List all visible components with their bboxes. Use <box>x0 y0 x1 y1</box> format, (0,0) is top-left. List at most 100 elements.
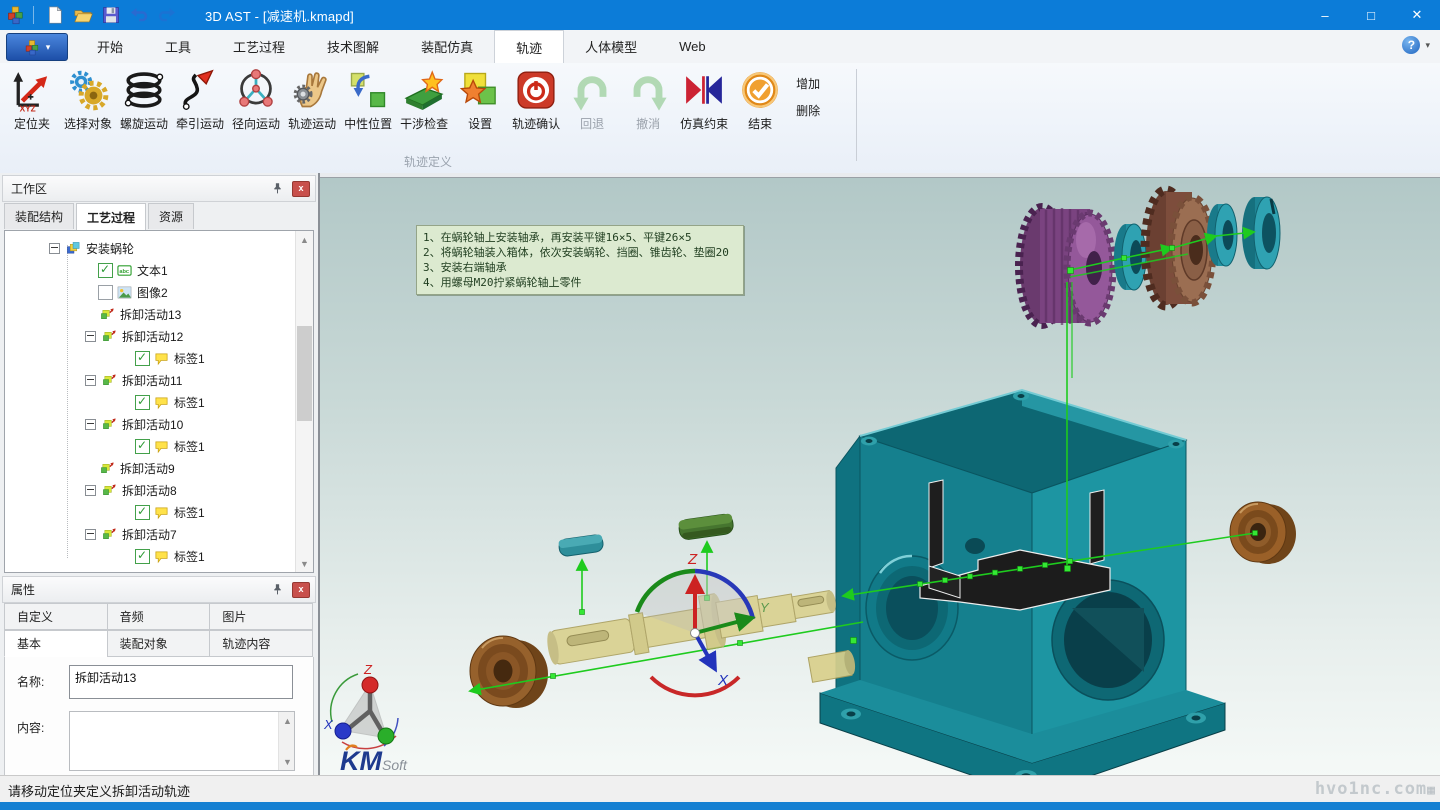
positioner-clamp-button[interactable]: 定位夹 <box>4 65 60 135</box>
drag-motion-button[interactable]: 牵引运动 <box>172 65 228 135</box>
save-icon[interactable] <box>99 3 123 27</box>
viewport-3d[interactable]: Z Y X Z X <box>320 177 1440 776</box>
right-bearing-part[interactable] <box>1230 502 1296 564</box>
minimize-button[interactable]: – <box>1302 0 1348 30</box>
tab-technical-illustration[interactable]: 技术图解 <box>306 30 400 63</box>
select-object-button[interactable]: 选择对象 <box>60 65 116 135</box>
tree-item[interactable]: 标签1 <box>5 391 296 413</box>
name-field[interactable]: 拆卸活动13 <box>69 665 293 699</box>
tree-item[interactable]: 标签1 <box>5 347 296 369</box>
tab-trajectory[interactable]: 轨迹 <box>494 30 564 64</box>
tree-item[interactable]: 文本1 <box>5 259 296 281</box>
tab-audio[interactable]: 音频 <box>107 603 211 630</box>
new-document-icon[interactable] <box>43 3 67 27</box>
scroll-down-icon[interactable]: ▼ <box>296 555 313 572</box>
activity-icon <box>101 417 118 432</box>
tab-basic[interactable]: 基本 <box>4 630 108 657</box>
manipulator-y-label: Y <box>760 600 770 615</box>
checkbox[interactable] <box>98 263 113 278</box>
app-menu-button[interactable]: ▾ <box>6 33 68 61</box>
left-bearing-part[interactable] <box>470 636 548 708</box>
tab-assembly-object[interactable]: 装配对象 <box>107 630 211 657</box>
tab-picture[interactable]: 图片 <box>209 603 313 630</box>
pin-icon[interactable] <box>271 182 284 195</box>
expander-icon[interactable] <box>85 375 96 386</box>
tree-item[interactable]: 标签1 <box>5 545 296 567</box>
redo-icon[interactable] <box>155 3 179 27</box>
close-icon[interactable]: x <box>292 582 310 598</box>
add-button[interactable]: 增加 <box>792 73 824 94</box>
tab-tools[interactable]: 工具 <box>144 30 212 63</box>
gearbox-housing-part[interactable] <box>820 390 1225 776</box>
tab-process[interactable]: 工艺过程 <box>212 30 306 63</box>
triad-z-label: Z <box>363 662 373 677</box>
open-file-icon[interactable] <box>71 3 95 27</box>
spiral-motion-button[interactable]: 螺旋运动 <box>116 65 172 135</box>
checkbox[interactable] <box>135 439 150 454</box>
tab-web[interactable]: Web <box>658 30 727 63</box>
tree-item[interactable]: 图像2 <box>5 281 296 303</box>
tree-item[interactable]: 拆卸活动10 <box>5 413 296 435</box>
settings-star-icon <box>458 68 502 112</box>
content-scrollbar[interactable]: ▲ ▼ <box>278 712 294 770</box>
checkbox[interactable] <box>135 549 150 564</box>
tree-item[interactable]: 标签1 <box>5 501 296 523</box>
tab-start[interactable]: 开始 <box>76 30 144 63</box>
small-key-part[interactable] <box>558 534 604 557</box>
scrollbar-thumb[interactable] <box>297 326 312 421</box>
large-key-part[interactable] <box>678 513 734 540</box>
tab-assembly-simulation[interactable]: 装配仿真 <box>400 30 494 63</box>
tree-item[interactable]: 拆卸活动12 <box>5 325 296 347</box>
chevron-down-icon[interactable]: ▾ <box>1425 40 1430 51</box>
checkbox[interactable] <box>135 351 150 366</box>
settings-button[interactable]: 设置 <box>452 65 508 135</box>
manipulator-x-label: X <box>717 672 729 689</box>
tree-scrollbar[interactable]: ▲ ▼ <box>295 231 313 572</box>
scroll-up-icon[interactable]: ▲ <box>296 231 313 248</box>
app-logo-icon[interactable] <box>4 3 28 27</box>
step-back-button[interactable]: 回退 <box>564 65 620 135</box>
worm-gear-part[interactable] <box>1019 207 1113 325</box>
pin-icon[interactable] <box>271 583 284 596</box>
simulation-constraint-button[interactable]: 仿真约束 <box>676 65 732 135</box>
help-icon[interactable]: ? <box>1402 36 1420 54</box>
maximize-button[interactable]: □ <box>1348 0 1394 30</box>
expander-icon[interactable] <box>85 485 96 496</box>
tree-item[interactable]: 拆卸活动11 <box>5 369 296 391</box>
tree-item[interactable]: 拆卸活动7 <box>5 523 296 545</box>
tab-custom[interactable]: 自定义 <box>4 603 108 630</box>
expander-icon[interactable] <box>49 243 60 254</box>
content-field[interactable]: ▲ ▼ <box>69 711 295 771</box>
tree-item[interactable]: 拆卸活动9 <box>5 457 296 479</box>
checkbox[interactable] <box>135 505 150 520</box>
scroll-down-icon[interactable]: ▼ <box>279 753 296 770</box>
tree-item[interactable]: 标签1 <box>5 435 296 457</box>
neutral-position-button[interactable]: 中性位置 <box>340 65 396 135</box>
tree-item[interactable]: 拆卸活动13 <box>5 303 296 325</box>
undo-icon[interactable] <box>127 3 151 27</box>
checkbox[interactable] <box>98 285 113 300</box>
tab-resources[interactable]: 资源 <box>148 203 194 229</box>
undo-motion-button[interactable]: 撤消 <box>620 65 676 135</box>
orientation-triad[interactable]: Z X <box>323 662 398 749</box>
scroll-up-icon[interactable]: ▲ <box>279 712 296 729</box>
expander-icon[interactable] <box>85 529 96 540</box>
expander-icon[interactable] <box>85 419 96 430</box>
tree-item[interactable]: 安装蜗轮 <box>5 237 296 259</box>
tab-process[interactable]: 工艺过程 <box>76 203 146 230</box>
track-motion-button[interactable]: 轨迹运动 <box>284 65 340 135</box>
tab-human-model[interactable]: 人体模型 <box>564 30 658 63</box>
finish-button[interactable]: 结束 <box>732 65 788 135</box>
checkbox[interactable] <box>135 395 150 410</box>
interference-check-button[interactable]: 干涉检查 <box>396 65 452 135</box>
radial-motion-button[interactable]: 径向运动 <box>228 65 284 135</box>
close-icon[interactable]: x <box>292 181 310 197</box>
delete-button[interactable]: 删除 <box>792 100 824 121</box>
tab-track-content[interactable]: 轨迹内容 <box>209 630 313 657</box>
close-button[interactable]: ✕ <box>1394 0 1440 30</box>
tab-assembly-structure[interactable]: 装配结构 <box>4 203 74 229</box>
expander-icon[interactable] <box>85 331 96 342</box>
tree-item[interactable]: 拆卸活动8 <box>5 479 296 501</box>
bevel-gear-part[interactable] <box>1145 190 1213 306</box>
track-confirm-button[interactable]: 轨迹确认 <box>508 65 564 135</box>
